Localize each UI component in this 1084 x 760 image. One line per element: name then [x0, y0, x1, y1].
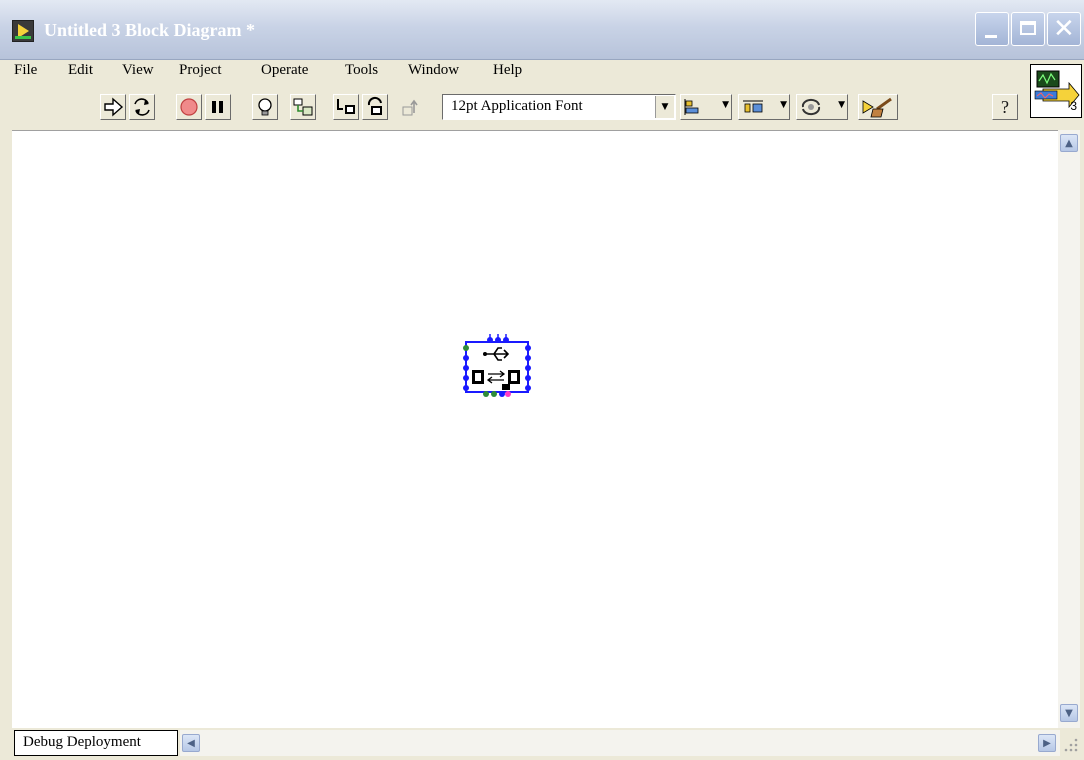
menu-operate[interactable]: Operate: [261, 62, 308, 79]
toolbar: 12pt Application Font ▼ ▼ ▼ ▼ ?: [0, 86, 1030, 126]
step-over-icon: [367, 96, 382, 115]
distribute-objects-button[interactable]: ▼: [738, 94, 790, 120]
vertical-scrollbar[interactable]: ▲ ▼: [1058, 130, 1080, 728]
run-continuously-button[interactable]: [129, 94, 155, 120]
context-help-button[interactable]: ?: [992, 94, 1018, 120]
highlight-execution-button[interactable]: [252, 94, 278, 120]
close-button[interactable]: ✕: [1047, 12, 1081, 46]
clean-up-diagram-button[interactable]: [858, 94, 898, 120]
scroll-right-icon[interactable]: ▶: [1038, 734, 1056, 752]
title-bar[interactable]: Untitled 3 Block Diagram * ✕: [0, 0, 1084, 60]
chevron-down-icon: ▼: [780, 100, 787, 110]
vi-icon[interactable]: 3: [1030, 64, 1082, 118]
minimize-button[interactable]: [975, 12, 1009, 46]
align-objects-icon: [684, 99, 699, 115]
retain-wire-values-icon: [293, 98, 313, 116]
distribute-objects-icon: [743, 100, 763, 113]
highlight-execution-icon: [258, 98, 272, 116]
run-continuously-icon: [134, 98, 150, 116]
abort-button[interactable]: [176, 94, 202, 120]
labview-icon[interactable]: [12, 20, 34, 42]
menu-view[interactable]: View: [122, 62, 154, 79]
usb-subvi-icon[interactable]: [458, 332, 536, 402]
block-diagram-canvas[interactable]: [12, 130, 1058, 729]
step-out-button[interactable]: [399, 94, 425, 120]
font-selector-value: 12pt Application Font: [451, 98, 583, 114]
step-into-button[interactable]: [333, 94, 359, 120]
step-out-icon: [402, 99, 418, 116]
align-objects-button[interactable]: ▼: [680, 94, 732, 120]
menu-window[interactable]: Window: [408, 62, 459, 79]
font-selector[interactable]: 12pt Application Font ▼: [442, 94, 676, 120]
chevron-down-icon: ▼: [722, 100, 729, 110]
step-into-icon: [337, 99, 355, 114]
maximize-icon: [1020, 21, 1036, 35]
bottom-bar: Debug Deployment ◀ ▶: [12, 728, 1080, 758]
horizontal-scrollbar[interactable]: ◀ ▶: [180, 730, 1060, 756]
chevron-down-icon: ▼: [838, 100, 845, 110]
menu-file[interactable]: File: [14, 62, 37, 79]
question-mark-icon: ?: [1001, 96, 1009, 117]
resize-grip-icon[interactable]: [1060, 734, 1080, 754]
vi-icon-number: 3: [1070, 99, 1077, 113]
retain-wire-values-button[interactable]: [290, 94, 316, 120]
maximize-button[interactable]: [1011, 12, 1045, 46]
menu-project[interactable]: Project: [179, 62, 222, 79]
reorder-icon: [801, 98, 821, 116]
run-arrow-icon: [104, 97, 124, 117]
abort-icon: [180, 98, 198, 116]
pause-button[interactable]: [205, 94, 231, 120]
menu-tools[interactable]: Tools: [345, 62, 378, 79]
labview-window: Untitled 3 Block Diagram * ✕ File Edit V…: [0, 0, 1084, 760]
menu-bar: File Edit View Project Operate Tools Win…: [10, 60, 1030, 84]
window-title: Untitled 3 Block Diagram *: [44, 20, 255, 40]
execution-target-label: Debug Deployment: [23, 734, 141, 750]
scroll-up-icon[interactable]: ▲: [1060, 134, 1078, 152]
close-icon: ✕: [1053, 14, 1075, 44]
reorder-button[interactable]: ▼: [796, 94, 848, 120]
chevron-down-icon[interactable]: ▼: [655, 96, 674, 118]
run-button[interactable]: [100, 94, 126, 120]
minimize-icon: [985, 35, 997, 38]
pause-icon: [212, 101, 223, 113]
menu-edit[interactable]: Edit: [68, 62, 93, 79]
step-over-button[interactable]: [362, 94, 388, 120]
execution-target[interactable]: Debug Deployment: [14, 730, 178, 756]
clean-up-diagram-icon: [862, 97, 892, 118]
scroll-down-icon[interactable]: ▼: [1060, 704, 1078, 722]
menu-help[interactable]: Help: [493, 62, 522, 79]
scroll-left-icon[interactable]: ◀: [182, 734, 200, 752]
